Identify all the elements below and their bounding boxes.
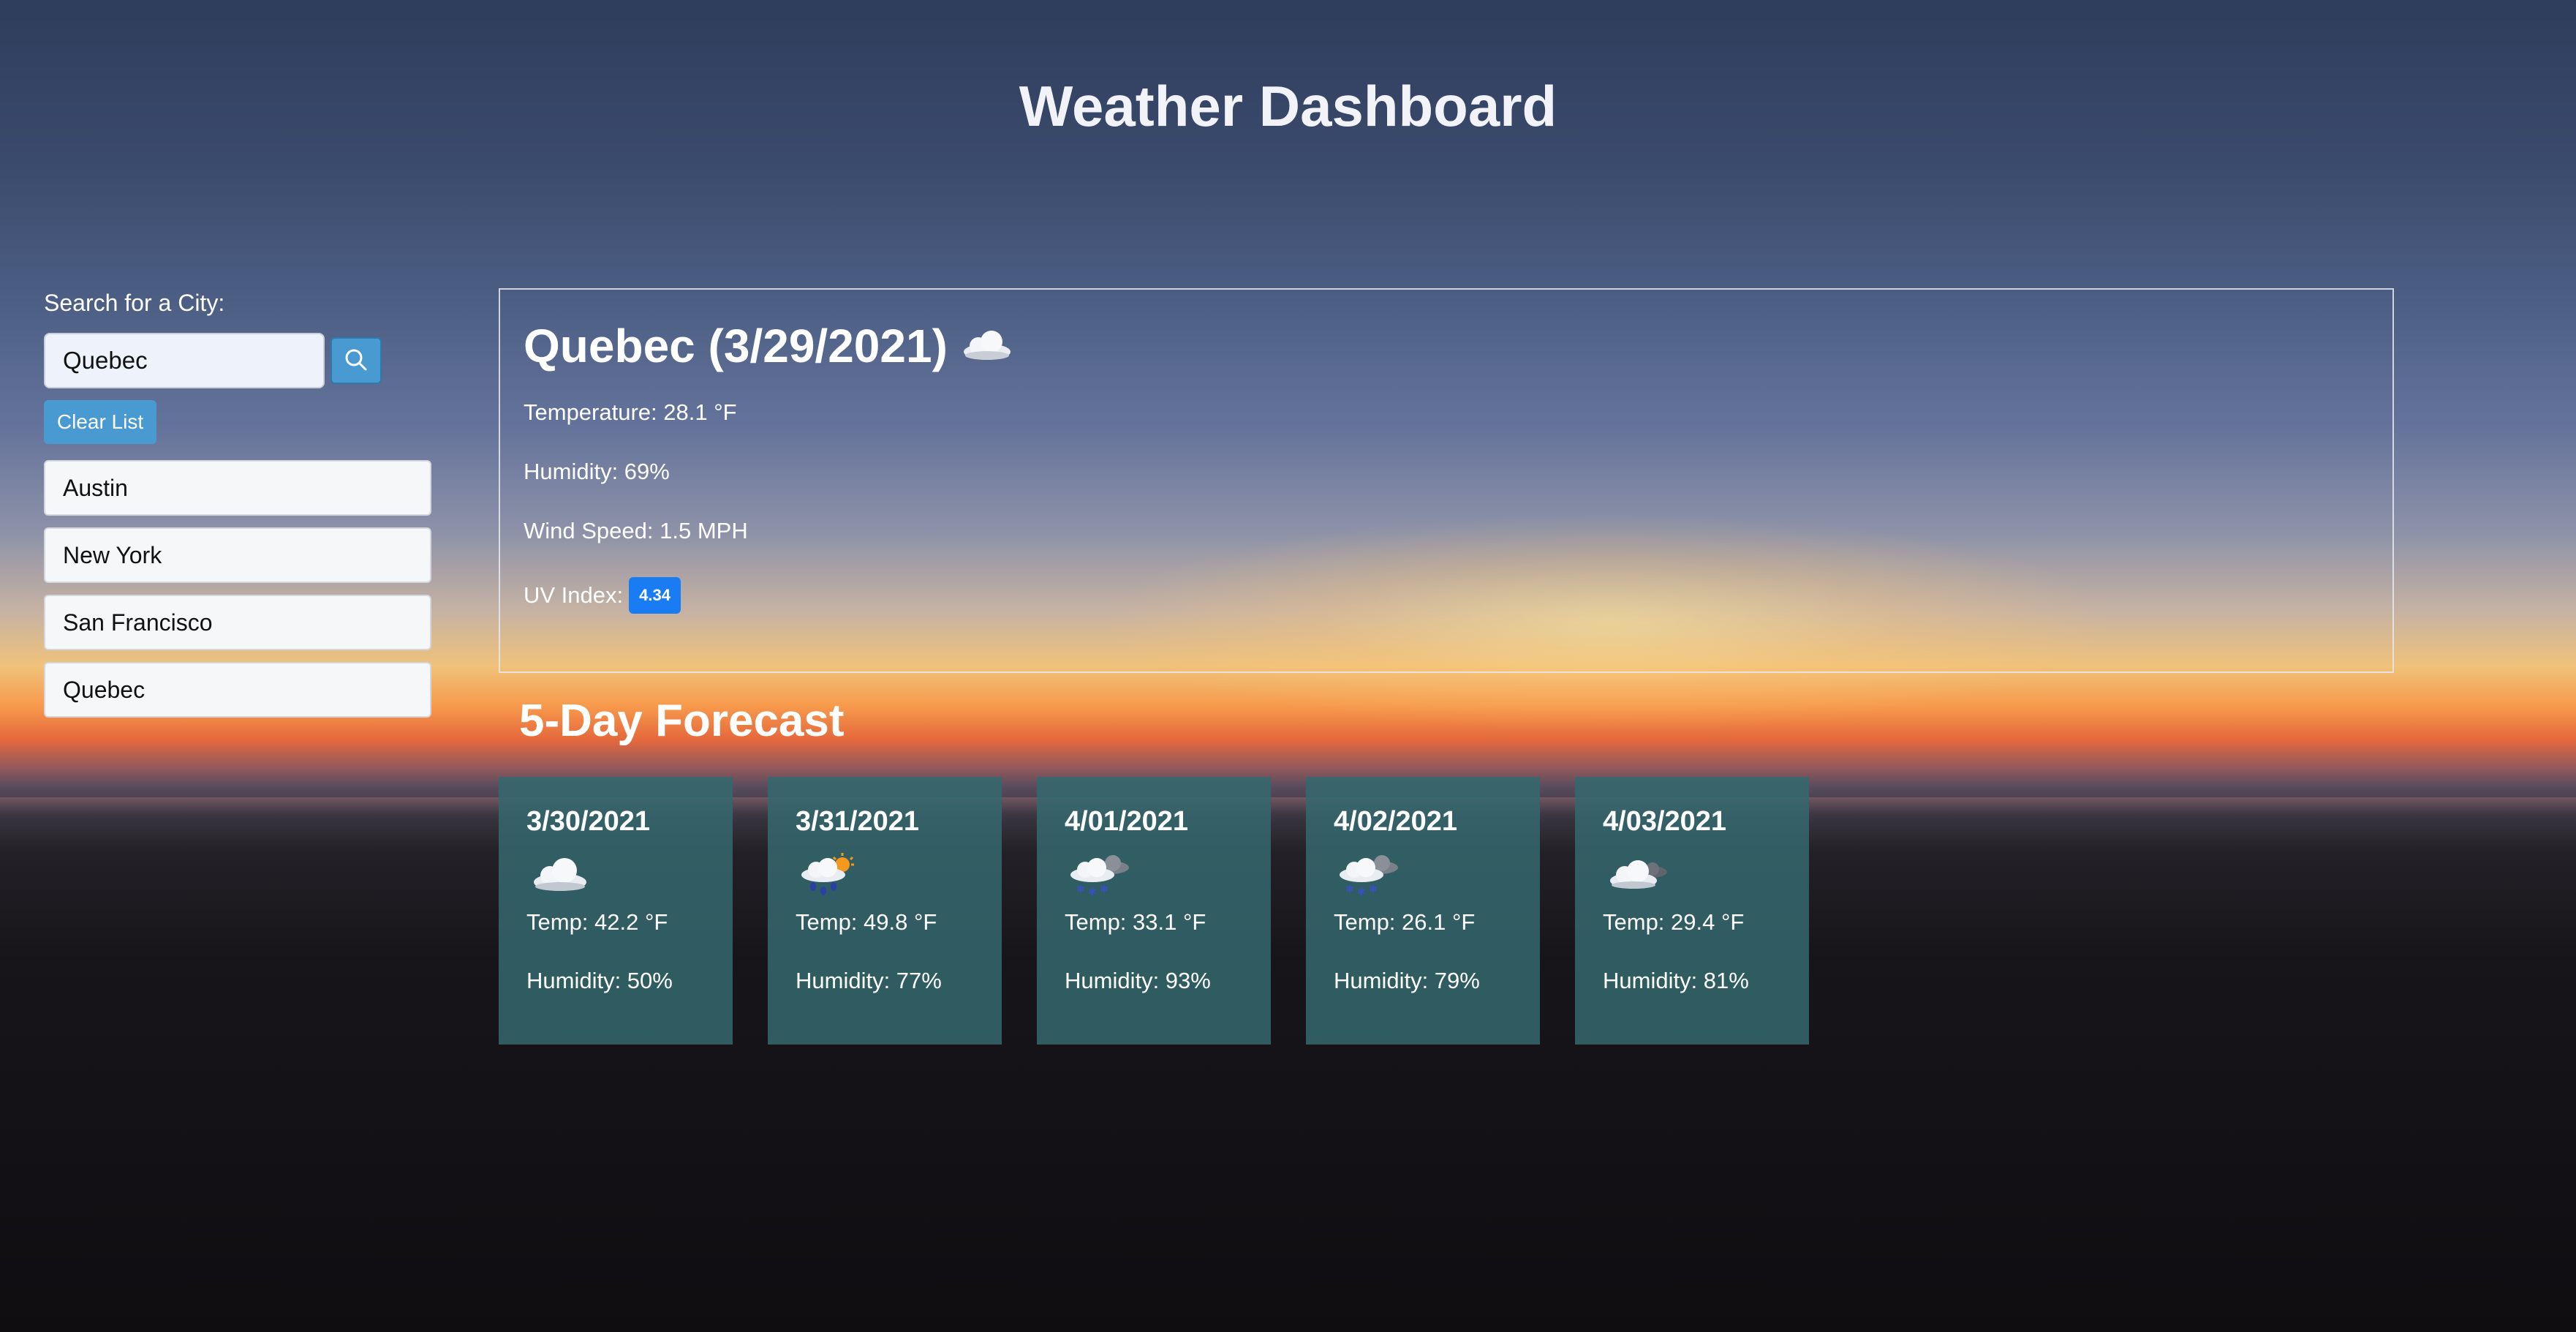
forecast-temp: Temp: 49.8 °F	[796, 909, 937, 935]
snow-cloud-icon: ✱ ✱ ✱	[1334, 849, 1512, 900]
city-item-austin[interactable]: Austin	[44, 460, 431, 516]
search-button[interactable]	[331, 337, 382, 384]
forecast-date: 3/31/2021	[796, 806, 920, 837]
cloud-icon	[526, 849, 705, 900]
forecast-temp: Temp: 26.1 °F	[1334, 909, 1476, 935]
forecast-card: 3/31/2021 Temp: 49.8 °F Humidity: 77%	[768, 777, 1002, 1045]
forecast-row: 3/30/2021 Temp: 42.2 °F Humidity: 50% 3/…	[499, 777, 1844, 1045]
forecast-date: 4/02/2021	[1334, 806, 1458, 837]
forecast-humidity: Humidity: 50%	[526, 968, 673, 993]
rain-sun-icon	[796, 849, 974, 900]
search-input[interactable]	[44, 333, 325, 388]
forecast-date: 3/30/2021	[526, 806, 651, 837]
current-weather-panel: Quebec (3/29/2021) Temperature: 28.1 °F …	[499, 288, 2394, 673]
svg-text:✱: ✱	[1345, 884, 1354, 895]
forecast-card: 4/03/2021 Temp: 29.4 °F Humidity: 81%	[1575, 777, 1809, 1045]
forecast-humidity: Humidity: 81%	[1603, 968, 1749, 993]
current-weather-title: Quebec (3/29/2021)	[524, 319, 2369, 373]
svg-text:✱: ✱	[1369, 884, 1378, 895]
uv-index-badge: 4.34	[629, 577, 681, 614]
search-label: Search for a City:	[44, 290, 225, 316]
forecast-temp: Temp: 42.2 °F	[526, 909, 668, 935]
forecast-card: 4/01/2021 ✱ ✱ ✱ Temp: 33.1 °F Humidity: …	[1037, 777, 1271, 1045]
forecast-humidity: Humidity: 77%	[796, 968, 942, 993]
page-title: Weather Dashboard	[1019, 74, 1557, 138]
svg-text:✱: ✱	[1076, 884, 1085, 895]
cloud-icon	[958, 319, 1013, 373]
current-temperature: Temperature: 28.1 °F	[524, 399, 737, 425]
clear-list-button[interactable]: Clear List	[44, 400, 156, 444]
svg-text:✱: ✱	[1088, 887, 1097, 898]
forecast-humidity: Humidity: 79%	[1334, 968, 1480, 993]
forecast-date: 4/01/2021	[1065, 806, 1189, 837]
search-icon	[343, 347, 369, 375]
forecast-card: 4/02/2021 ✱ ✱ ✱ Temp: 26.1 °F Humidity: …	[1306, 777, 1540, 1045]
forecast-heading: 5-Day Forecast	[519, 696, 845, 746]
city-item-san-francisco[interactable]: San Francisco	[44, 595, 431, 650]
city-item-new-york[interactable]: New York	[44, 527, 431, 583]
search-row	[44, 333, 431, 388]
current-wind-speed: Wind Speed: 1.5 MPH	[524, 518, 748, 543]
forecast-date: 4/03/2021	[1603, 806, 1727, 837]
city-history-list: Austin New York San Francisco Quebec	[44, 460, 431, 718]
current-city-date: Quebec (3/29/2021)	[524, 320, 948, 372]
forecast-humidity: Humidity: 93%	[1065, 968, 1211, 993]
cloud-icon	[1603, 849, 1781, 900]
snow-cloud-icon: ✱ ✱ ✱	[1065, 849, 1243, 900]
svg-text:✱: ✱	[1357, 887, 1366, 898]
current-uv-index: UV Index: 4.34	[524, 577, 2369, 614]
uv-index-label: UV Index:	[524, 582, 624, 608]
city-item-quebec[interactable]: Quebec	[44, 662, 431, 718]
svg-text:✱: ✱	[1100, 884, 1108, 895]
forecast-temp: Temp: 33.1 °F	[1065, 909, 1206, 935]
sidebar: Search for a City: Clear List Austin New…	[44, 290, 431, 729]
current-humidity: Humidity: 69%	[524, 459, 670, 484]
forecast-card: 3/30/2021 Temp: 42.2 °F Humidity: 50%	[499, 777, 733, 1045]
forecast-temp: Temp: 29.4 °F	[1603, 909, 1745, 935]
